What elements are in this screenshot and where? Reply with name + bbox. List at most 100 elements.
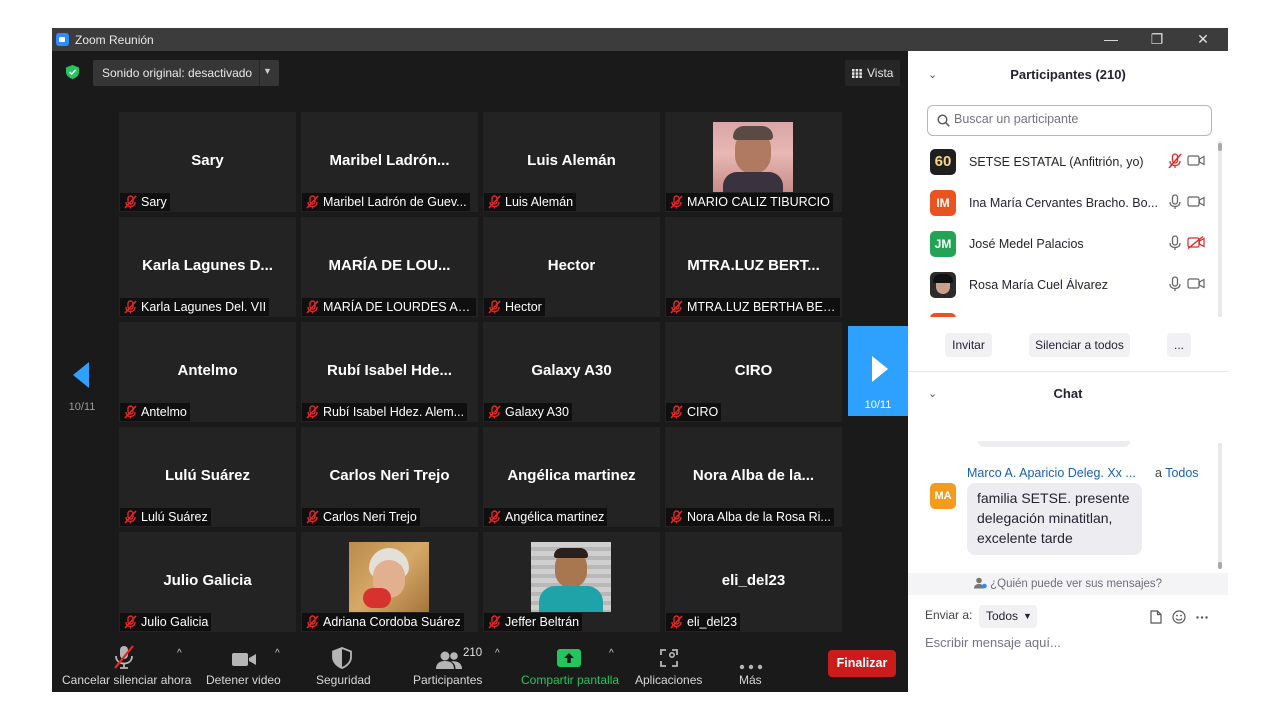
share-screen-label: Compartir pantalla — [521, 673, 620, 687]
participants-options-caret[interactable]: ^ — [495, 648, 500, 659]
close-button[interactable]: ✕ — [1180, 28, 1226, 51]
chevron-down-icon[interactable]: ▼ — [263, 66, 272, 76]
audio-options-caret[interactable]: ^ — [177, 648, 182, 659]
mic-muted-icon — [488, 510, 501, 524]
security-button[interactable]: Seguridad — [308, 644, 378, 692]
participant-avatar — [930, 313, 956, 317]
video-tile[interactable]: Nora Alba de la... Nora Alba de la Rosa … — [665, 427, 842, 527]
participant-row[interactable]: JM José Medel Palacios — [908, 225, 1218, 266]
search-input[interactable] — [954, 112, 1204, 126]
view-label: Vista — [867, 66, 894, 80]
person-info-icon — [973, 577, 987, 589]
share-options-caret[interactable]: ^ — [609, 648, 614, 659]
video-camera-icon — [232, 653, 256, 666]
participant-row[interactable]: 60 SETSE ESTATAL (Anfitrión, yo) — [908, 143, 1218, 184]
participants-scrollbar[interactable] — [1218, 143, 1222, 151]
participant-name: Ina María Cervantes Bracho. Bo... — [969, 196, 1158, 210]
chat-sender-name[interactable]: Marco A. Aparicio Deleg. Xx ... — [967, 466, 1136, 480]
send-to-dropdown[interactable]: Todos ▼ — [979, 605, 1037, 628]
video-tile[interactable]: Galaxy A30 Galaxy A30 — [483, 322, 660, 422]
video-camera-icon[interactable] — [1187, 154, 1205, 167]
tile-label: CIRO — [666, 403, 722, 421]
mic-muted-icon — [306, 405, 319, 419]
video-tile[interactable]: Rubí Isabel Hde... Rubí Isabel Hdez. Ale… — [301, 322, 478, 422]
video-options-caret[interactable]: ^ — [275, 648, 280, 659]
video-tile[interactable]: Karla Lagunes D... Karla Lagunes Del. VI… — [119, 217, 296, 317]
mic-muted-icon[interactable] — [1168, 153, 1182, 169]
mic-icon[interactable] — [1168, 276, 1182, 292]
apps-button[interactable]: Aplicaciones — [632, 644, 708, 692]
video-camera-icon[interactable] — [1187, 195, 1205, 208]
tile-label: Rubí Isabel Hdez. Alem... — [302, 403, 468, 421]
participants-button[interactable]: 210 Participantes — [406, 644, 496, 692]
video-tile[interactable]: Luis Alemán Luis Alemán — [483, 112, 660, 212]
video-tile[interactable]: MTRA.LUZ BERT... MTRA.LUZ BERTHA BECE... — [665, 217, 842, 317]
mic-icon[interactable] — [1168, 194, 1182, 210]
tile-label-text: Nora Alba de la Rosa Ri... — [687, 510, 831, 524]
mute-all-button[interactable]: Silenciar a todos — [1029, 333, 1130, 357]
participant-photo — [531, 542, 611, 612]
video-tile[interactable]: Antelmo Antelmo — [119, 322, 296, 422]
restore-button[interactable]: ❐ — [1134, 28, 1180, 51]
video-tile[interactable]: MARÍA DE LOU... MARÍA DE LOURDES AG... — [301, 217, 478, 317]
chat-scrollbar[interactable] — [1218, 562, 1222, 569]
video-tile[interactable]: Angélica martinez Angélica martinez — [483, 427, 660, 527]
minimize-button[interactable]: — — [1088, 28, 1134, 51]
mic-icon[interactable] — [1168, 235, 1182, 251]
video-tile[interactable]: Adriana Cordoba Suárez — [301, 532, 478, 632]
participant-search[interactable] — [927, 105, 1212, 136]
video-tile[interactable]: Hector Hector — [483, 217, 660, 317]
mic-muted-icon — [670, 615, 683, 629]
tile-label: Angélica martinez — [484, 508, 608, 526]
video-tile[interactable]: Lulú Suárez Lulú Suárez — [119, 427, 296, 527]
video-tile[interactable]: MARIO CALIZ TIBURCIO — [665, 112, 842, 212]
video-tile[interactable]: eli_del23 eli_del23 — [665, 532, 842, 632]
mic-muted-icon — [306, 615, 319, 629]
video-tile[interactable]: Jeffer Beltrán — [483, 532, 660, 632]
video-off-icon[interactable] — [1187, 236, 1205, 249]
file-icon[interactable] — [1150, 610, 1162, 624]
mic-muted-icon — [124, 615, 137, 629]
previous-page-button[interactable]: 10/11 — [52, 351, 112, 441]
tile-label-text: Maribel Ladrón de Guev... — [323, 195, 467, 209]
participant-row[interactable]: IM Ina María Cervantes Bracho. Bo... — [908, 184, 1218, 225]
participant-row[interactable] — [908, 307, 1218, 317]
tile-name: MARÍA DE LOU... — [328, 257, 451, 274]
video-tile[interactable]: Julio Galicia Julio Galicia — [119, 532, 296, 632]
video-tile[interactable]: Carlos Neri Trejo Carlos Neri Trejo — [301, 427, 478, 527]
video-tile[interactable]: CIRO CIRO — [665, 322, 842, 422]
invite-button[interactable]: Invitar — [945, 333, 992, 357]
tile-label-text: Jeffer Beltrán — [505, 615, 580, 629]
encryption-shield-icon[interactable] — [66, 65, 79, 79]
video-tile[interactable]: Maribel Ladrón... Maribel Ladrón de Guev… — [301, 112, 478, 212]
video-tile[interactable]: Sary Sary — [119, 112, 296, 212]
apps-icon — [660, 649, 678, 667]
participant-row[interactable]: Rosa María Cuel Álvarez — [908, 266, 1218, 307]
dropdown-separator — [259, 60, 260, 86]
chat-message-input[interactable] — [925, 635, 1215, 650]
unmute-button[interactable]: Cancelar silenciar ahora — [52, 644, 192, 692]
tile-label: eli_del23 — [666, 613, 741, 631]
participants-more-button[interactable]: ... — [1167, 333, 1191, 357]
tile-label: Sary — [120, 193, 170, 211]
chat-scrollbar-track — [1218, 443, 1222, 567]
more-button[interactable]: Más — [732, 644, 788, 692]
meeting-toolbar: Cancelar silenciar ahora ^ Detener video… — [52, 634, 908, 692]
end-meeting-button[interactable]: Finalizar — [828, 650, 896, 677]
view-button[interactable]: Vista — [845, 60, 900, 86]
next-page-button[interactable]: 10/11 — [848, 326, 908, 416]
who-can-see-messages[interactable]: ¿Quién puede ver sus mensajes? — [908, 573, 1228, 595]
original-sound-dropdown[interactable]: Sonido original: desactivado ▼ — [93, 60, 279, 86]
video-camera-icon[interactable] — [1187, 277, 1205, 290]
chat-recipient-prefix: a — [1155, 466, 1162, 480]
tile-label-text: Julio Galicia — [141, 615, 209, 629]
mic-muted-icon — [488, 405, 501, 419]
mic-muted-icon — [306, 300, 319, 314]
tile-name: MTRA.LUZ BERT... — [687, 257, 820, 274]
emoji-icon[interactable] — [1172, 610, 1186, 624]
tile-name: Maribel Ladrón... — [329, 152, 450, 169]
more-dots-icon[interactable] — [1196, 616, 1208, 619]
stop-video-label: Detener video — [206, 673, 281, 687]
tile-label-text: Angélica martinez — [505, 510, 605, 524]
stop-video-button[interactable]: Detener video — [200, 644, 300, 692]
